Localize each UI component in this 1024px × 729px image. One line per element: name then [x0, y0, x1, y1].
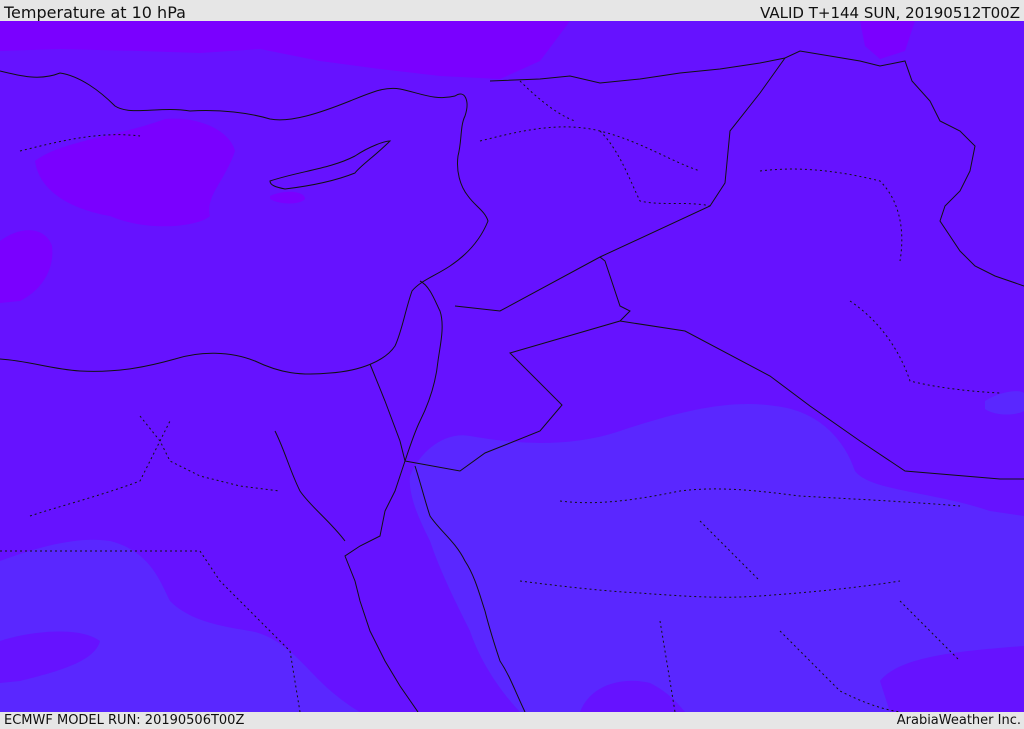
temperature-map[interactable] — [0, 21, 1024, 712]
credit-label: ArabiaWeather Inc. — [896, 713, 1021, 728]
header-bar: Temperature at 10 hPa VALID T+144 SUN, 2… — [0, 0, 1024, 22]
footer-bar: ECMWF MODEL RUN: 20190506T00Z ArabiaWeat… — [0, 712, 1024, 729]
model-run-label: ECMWF MODEL RUN: 20190506T00Z — [4, 713, 245, 728]
map-title: Temperature at 10 hPa — [4, 3, 186, 22]
valid-time-label: VALID T+144 SUN, 20190512T00Z — [760, 4, 1020, 22]
